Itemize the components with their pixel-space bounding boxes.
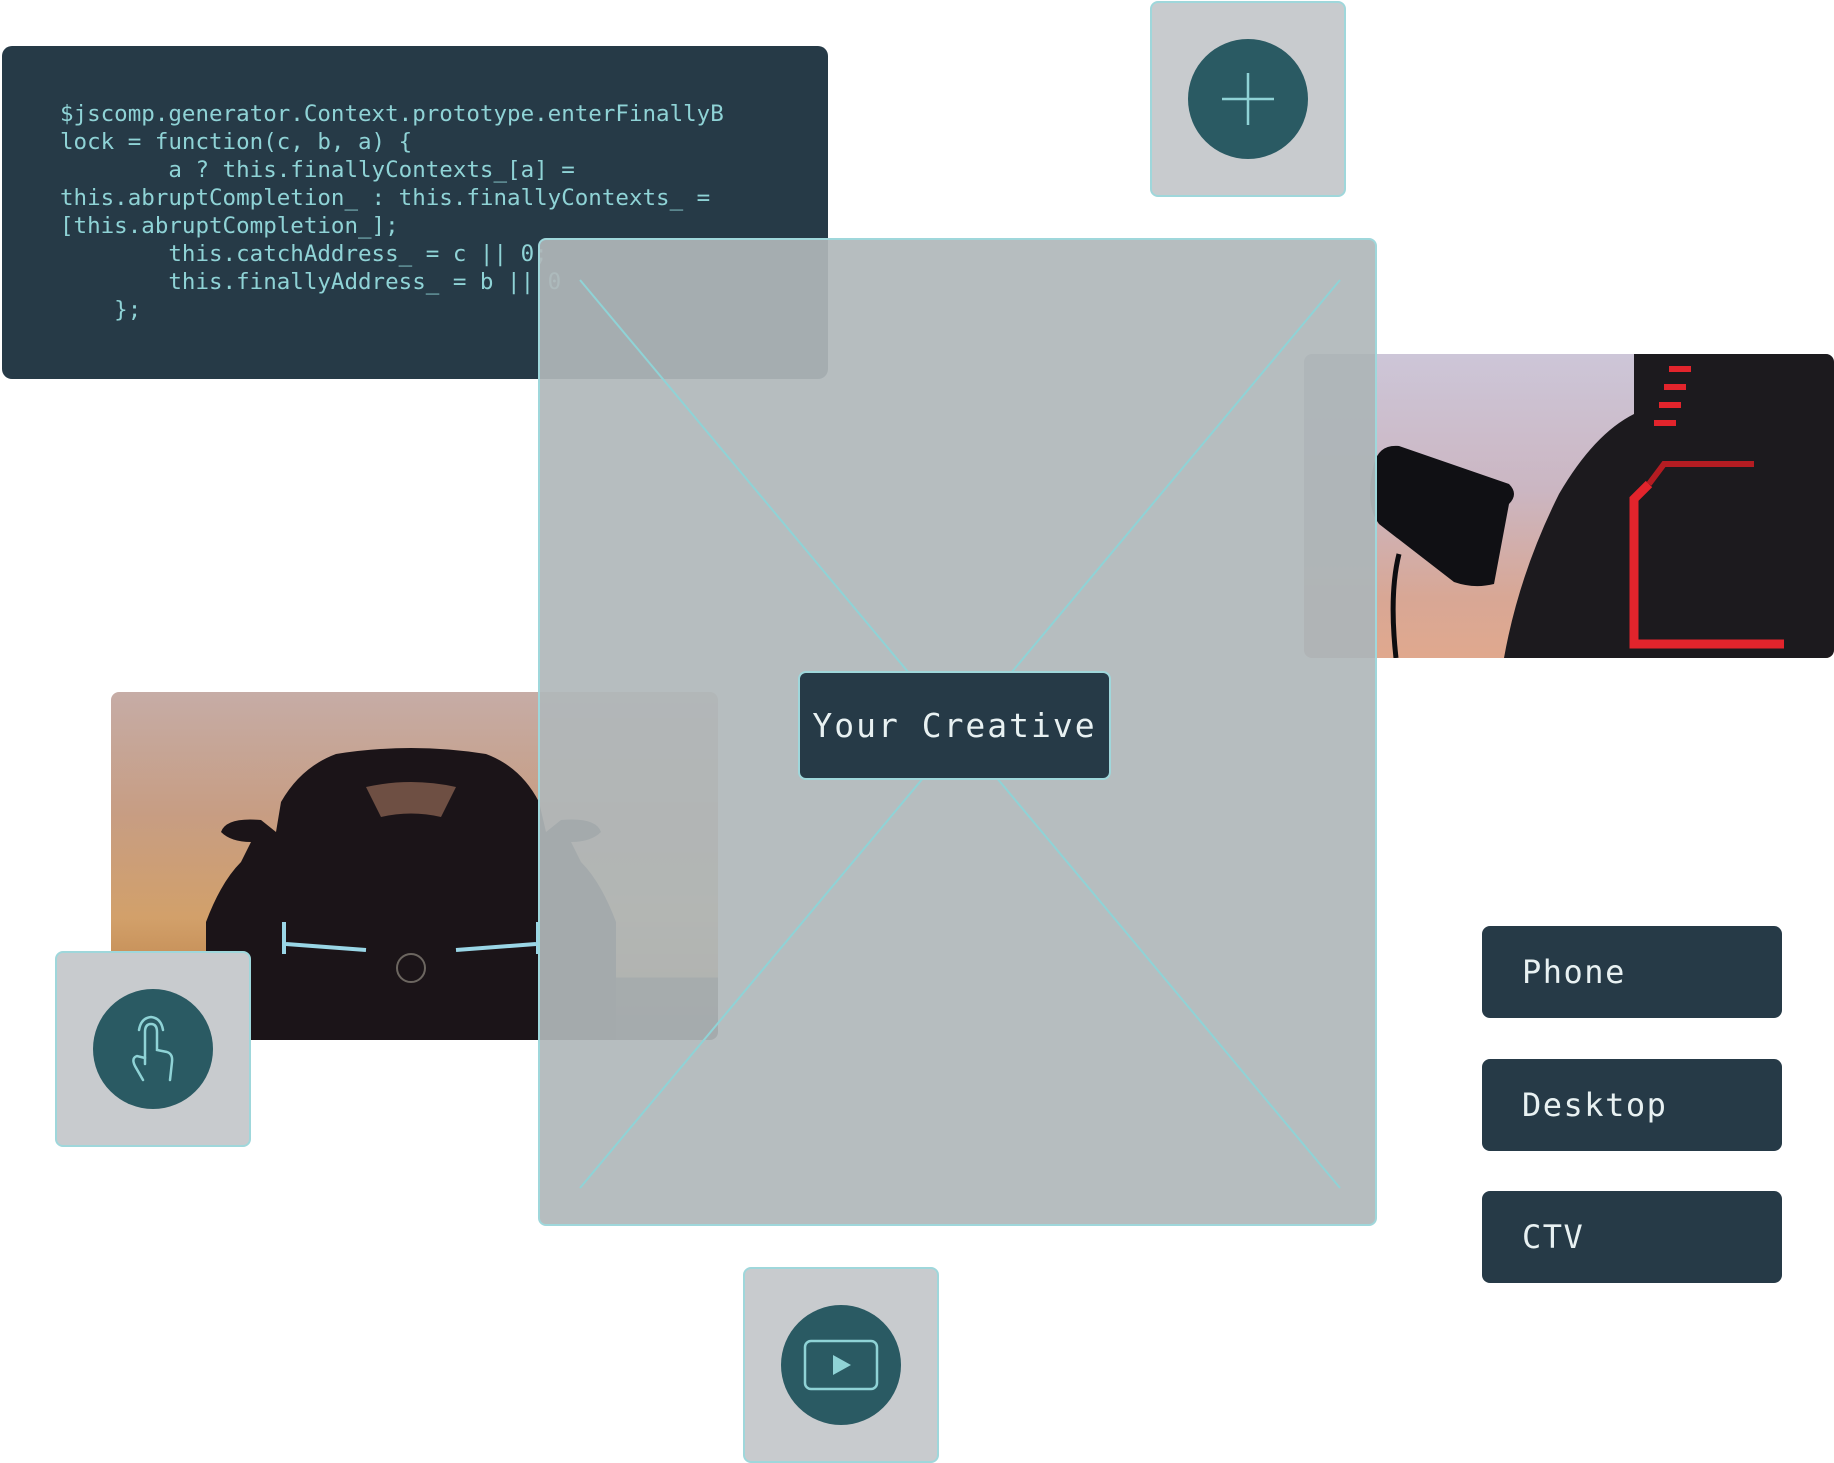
video-play-icon[interactable] xyxy=(781,1305,901,1425)
plus-icon[interactable] xyxy=(1188,39,1308,159)
video-tile[interactable] xyxy=(743,1267,939,1463)
ctv-button[interactable]: CTV xyxy=(1482,1191,1782,1283)
tap-gesture-icon[interactable] xyxy=(93,989,213,1109)
touch-tile[interactable] xyxy=(55,951,251,1147)
desktop-button[interactable]: Desktop xyxy=(1482,1059,1782,1151)
your-creative-label: Your Creative xyxy=(798,671,1111,780)
car-taillight-photo xyxy=(1304,354,1834,658)
add-tile[interactable] xyxy=(1150,1,1346,197)
taillight-silhouette xyxy=(1370,354,1834,658)
phone-button[interactable]: Phone xyxy=(1482,926,1782,1018)
